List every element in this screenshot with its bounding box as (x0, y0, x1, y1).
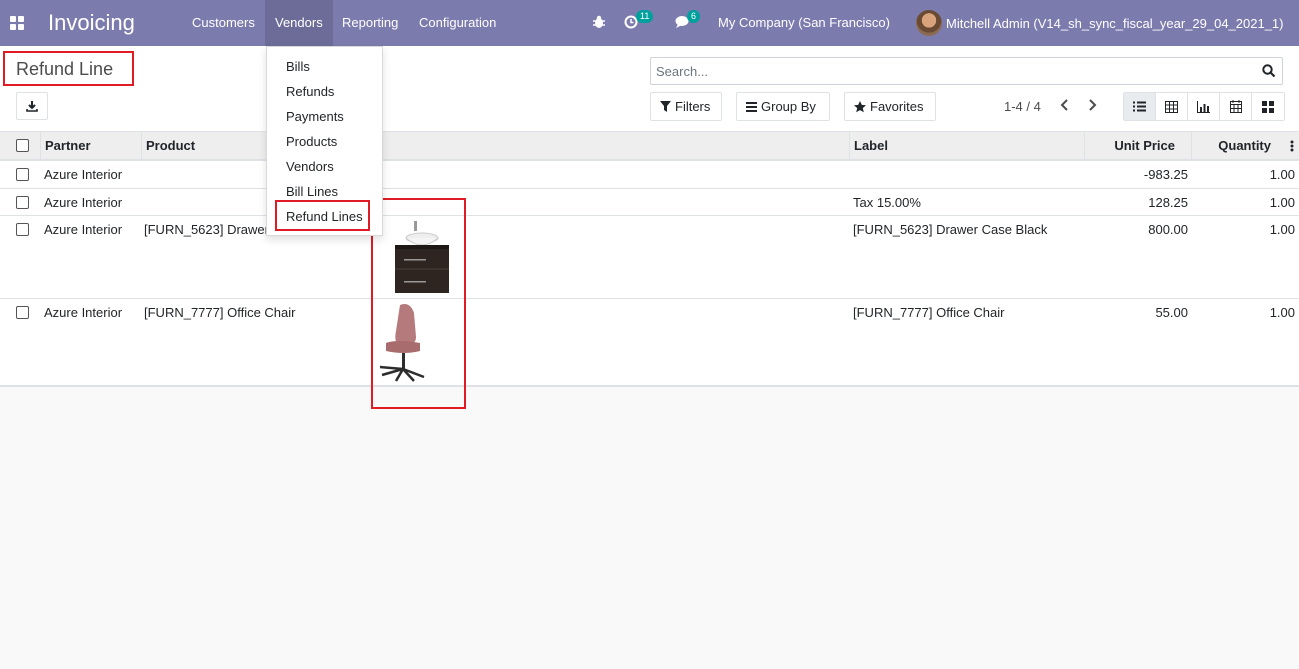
cell-quantity: 1.00 (1269, 305, 1295, 320)
pager-previous-icon[interactable] (1059, 98, 1071, 115)
filter-icon (660, 101, 671, 112)
column-label[interactable]: Label (849, 132, 1084, 159)
search-bar (650, 57, 1283, 85)
table-row[interactable]: Azure Interior Tax 15.00% 128.25 1.00 (0, 189, 1299, 216)
table-row[interactable]: Azure Interior [FURN_5623] Drawer Case B… (0, 216, 1299, 299)
kanban-view-icon[interactable] (1252, 93, 1284, 120)
star-icon (854, 100, 866, 112)
favorites-label: Favorites (870, 99, 924, 114)
cell-partner: Azure Interior (44, 167, 123, 182)
cell-label: [FURN_5623] Drawer Case Black (853, 222, 1048, 237)
row-checkbox[interactable] (16, 168, 29, 181)
column-quantity[interactable]: Quantity (1191, 132, 1275, 159)
graph-view-icon[interactable] (1188, 93, 1220, 120)
cell-partner: Azure Interior (44, 195, 123, 210)
menu-item-refunds[interactable]: Refunds (267, 79, 382, 104)
control-panel: Refund Line Filters Group By Favorites 1… (0, 46, 1299, 132)
cell-label: Tax 15.00% (853, 195, 921, 210)
table-row[interactable]: Azure Interior -983.25 1.00 (0, 161, 1299, 189)
group-by-label: Group By (761, 99, 816, 114)
row-checkbox[interactable] (16, 306, 29, 319)
title-highlight-box (3, 51, 134, 86)
select-all-checkbox[interactable] (16, 139, 29, 152)
avatar (916, 10, 942, 36)
list-view-icon[interactable] (1124, 93, 1156, 120)
cell-partner: Azure Interior (44, 222, 123, 237)
cell-quantity: 1.00 (1269, 167, 1295, 182)
export-button[interactable] (16, 92, 48, 120)
view-switcher (1123, 92, 1285, 121)
activity-badge: 11 (636, 10, 654, 23)
menu-configuration[interactable]: Configuration (409, 0, 506, 46)
favorites-button[interactable]: Favorites (844, 92, 936, 121)
group-by-button[interactable]: Group By (736, 92, 830, 121)
column-unit-price[interactable]: Unit Price (1084, 132, 1179, 159)
cell-quantity: 1.00 (1269, 222, 1295, 237)
pager-next-icon[interactable] (1086, 98, 1098, 115)
menu-item-products[interactable]: Products (267, 129, 382, 154)
cell-quantity: 1.00 (1269, 195, 1295, 210)
menu-item-payments[interactable]: Payments (267, 104, 382, 129)
search-icon[interactable] (1262, 64, 1276, 81)
user-menu[interactable]: Mitchell Admin (V14_sh_sync_fiscal_year_… (916, 10, 1284, 36)
table-header: Partner Product Label Unit Price Quantit… (0, 132, 1299, 161)
filters-label: Filters (675, 99, 711, 114)
cell-unit-price: 800.00 (1148, 222, 1188, 237)
menu-reporting[interactable]: Reporting (332, 0, 408, 46)
row-checkbox[interactable] (16, 196, 29, 209)
refund-lines-table: Partner Product Label Unit Price Quantit… (0, 132, 1299, 387)
download-icon (26, 101, 38, 112)
menu-customers[interactable]: Customers (182, 0, 265, 46)
calendar-view-icon[interactable] (1220, 93, 1252, 120)
cell-partner: Azure Interior (44, 305, 123, 320)
filters-button[interactable]: Filters (650, 92, 722, 121)
app-brand[interactable]: Invoicing (48, 10, 135, 36)
vendors-dropdown-menu: Bills Refunds Payments Products Vendors … (266, 46, 383, 236)
cell-label: [FURN_7777] Office Chair (853, 305, 1005, 320)
company-switcher[interactable]: My Company (San Francisco) (718, 15, 890, 30)
menu-vendors[interactable]: Vendors (265, 0, 333, 46)
search-input[interactable] (651, 58, 1251, 84)
apps-menu-icon[interactable] (10, 16, 24, 30)
menu-item-bills[interactable]: Bills (267, 54, 382, 79)
messages-chat-icon[interactable]: 6 (675, 10, 701, 32)
user-name: Mitchell Admin (V14_sh_sync_fiscal_year_… (946, 15, 1284, 31)
messages-badge: 6 (687, 10, 701, 23)
row-checkbox[interactable] (16, 223, 29, 236)
table-row[interactable]: Azure Interior [FURN_7777] Office Chair … (0, 299, 1299, 386)
refund-lines-highlight-box (275, 200, 370, 231)
column-partner[interactable]: Partner (40, 132, 141, 159)
activity-clock-icon[interactable]: 11 (624, 10, 654, 32)
optional-columns-icon[interactable] (1290, 140, 1294, 155)
bug-icon[interactable] (592, 15, 606, 32)
top-navbar: Invoicing Customers Vendors Reporting Co… (0, 0, 1299, 46)
bars-icon (746, 101, 757, 112)
menu-item-vendors[interactable]: Vendors (267, 154, 382, 179)
cell-unit-price: 55.00 (1155, 305, 1188, 320)
cell-unit-price: -983.25 (1143, 167, 1188, 182)
product-images-highlight-box (371, 198, 466, 409)
cell-product: [FURN_7777] Office Chair (144, 305, 296, 320)
pivot-view-icon[interactable] (1156, 93, 1188, 120)
column-product[interactable]: Product (141, 132, 849, 159)
cell-unit-price: 128.25 (1148, 195, 1188, 210)
pager-value[interactable]: 1-4 / 4 (1004, 99, 1041, 114)
